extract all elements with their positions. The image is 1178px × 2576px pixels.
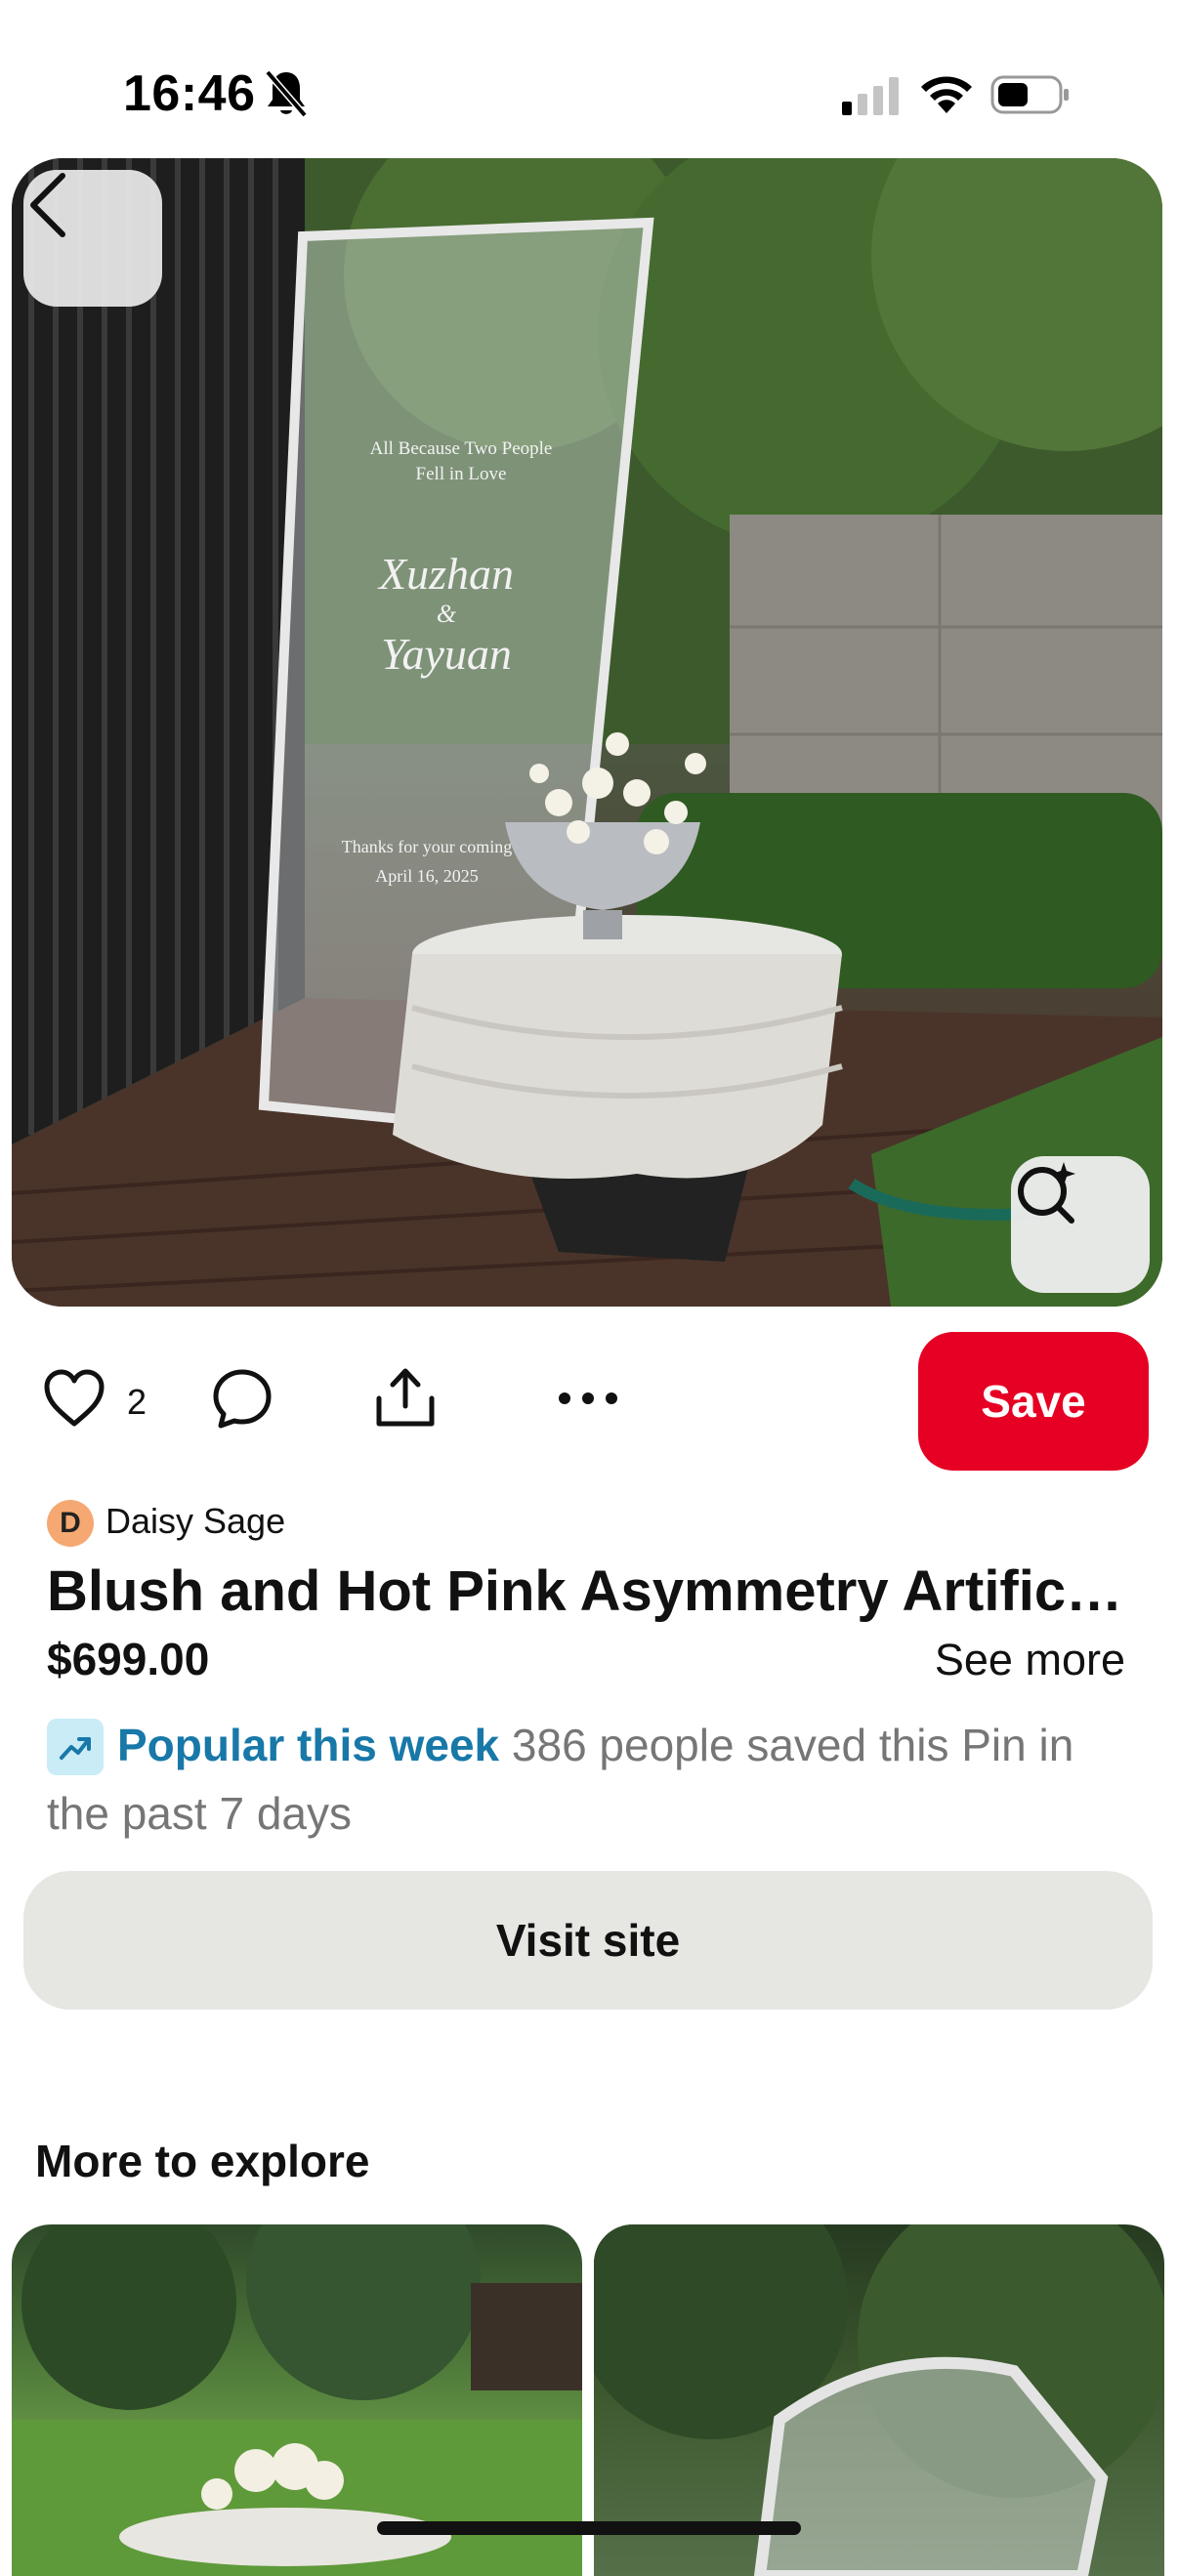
more-to-explore-heading: More to explore — [35, 2136, 370, 2186]
creator-name[interactable]: Daisy Sage — [105, 1501, 285, 1542]
back-button[interactable] — [23, 170, 162, 307]
creator-avatar[interactable]: D — [47, 1500, 94, 1547]
sign-name-2: Yayuan — [381, 629, 512, 679]
visual-search-icon — [1018, 1162, 1075, 1224]
pin-image[interactable]: All Because Two People Fell in Love Xuzh… — [12, 158, 1162, 1307]
share-icon[interactable] — [373, 1365, 438, 1430]
popular-label: Popular this week — [117, 1720, 500, 1770]
heart-icon[interactable] — [43, 1369, 105, 1428]
wifi-icon — [921, 76, 972, 113]
bell-off-icon — [265, 69, 308, 118]
sign-ampersand: & — [436, 600, 457, 628]
status-time: 16:46 — [123, 65, 256, 122]
sign-names: Xuzhan & Yayuan — [334, 549, 559, 680]
battery-icon — [990, 75, 1069, 114]
sign-footer: Thanks for your coming April 16, 2025 — [315, 832, 539, 891]
save-button[interactable]: Save — [918, 1332, 1149, 1471]
home-indicator — [377, 2521, 801, 2535]
sign-date: April 16, 2025 — [375, 866, 479, 886]
sign-name-1: Xuzhan — [379, 549, 514, 599]
comment-icon[interactable] — [211, 1367, 273, 1430]
wedding-scene-illustration — [12, 158, 1162, 1307]
sign-headline: All Because Two People Fell in Love — [369, 438, 553, 484]
popular-note: Popular this week 386 people saved this … — [47, 1711, 1131, 1848]
status-bar: 16:46 — [0, 0, 1178, 146]
like-count: 2 — [127, 1382, 147, 1422]
sign-thanks: Thanks for your coming — [341, 837, 513, 856]
price: $699.00 — [47, 1634, 210, 1684]
chevron-left-icon — [30, 173, 65, 237]
visit-site-button[interactable]: Visit site — [23, 1871, 1153, 2010]
see-more-link[interactable]: See more — [935, 1635, 1125, 1685]
more-icon[interactable] — [557, 1387, 619, 1410]
signal-icon — [842, 77, 899, 115]
pin-title: Blush and Hot Pink Asymmetry Artificial … — [47, 1559, 1131, 1623]
visual-search-button[interactable] — [1011, 1156, 1150, 1293]
